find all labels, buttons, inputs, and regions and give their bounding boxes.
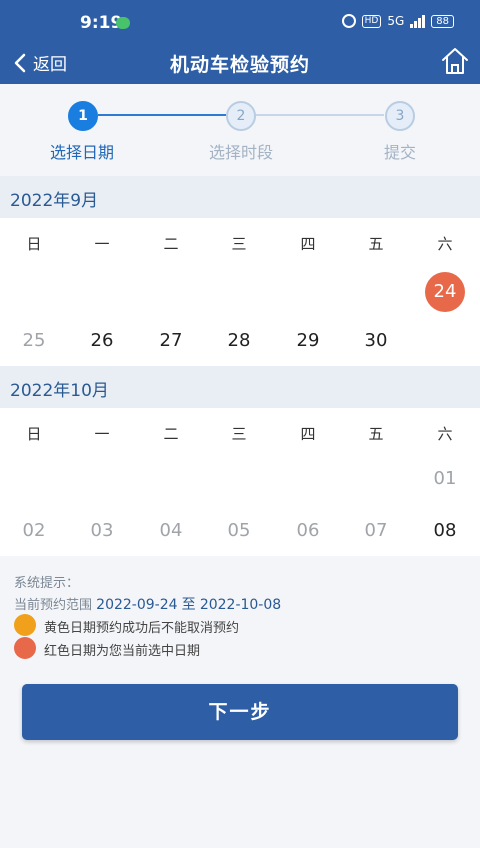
range-row: 当前预约范围 2022-09-24 至 2022-10-08 — [14, 594, 281, 614]
calendar-day: 03 — [90, 520, 114, 541]
wechat-notification-icon — [116, 17, 130, 29]
step-1-label: 选择日期 — [49, 143, 114, 162]
network-type: 5G — [387, 14, 405, 28]
red-legend-text: 红色日期为您当前选中日期 — [44, 644, 201, 659]
range-start: 2022-09-24 — [96, 597, 178, 613]
signal-icon — [410, 14, 426, 28]
step-3-label: 提交 — [383, 143, 416, 162]
calendar-day[interactable]: 27 — [137, 330, 205, 351]
weekday-label: 五 — [368, 235, 384, 253]
calendar-day: 05 — [227, 520, 251, 541]
step-3-circle: 3 — [385, 101, 415, 131]
red-legend-dot — [14, 637, 36, 659]
step-connector — [98, 114, 226, 116]
step-2-label: 选择时段 — [208, 143, 273, 162]
status-bar: 9:19 HD 5G 88 — [0, 0, 480, 40]
battery-icon: 88 — [431, 14, 454, 28]
weekday-label: 二 — [163, 425, 179, 443]
weekday-label: 五 — [368, 425, 384, 443]
range-sep: 至 — [181, 597, 196, 613]
range-end: 2022-10-08 — [199, 597, 282, 613]
weekday-label: 四 — [300, 425, 316, 443]
hd-icon: HD — [361, 14, 382, 28]
month-header-oct: 2022年10月 — [0, 366, 480, 408]
alarm-icon — [341, 14, 356, 28]
calendar-october: 日 一 二 三 四 五 六 01 02 03 04 05 06 07 08 — [0, 408, 480, 556]
weekday-label: 日 — [26, 235, 42, 253]
calendar-day[interactable]: 08 — [411, 520, 479, 541]
weekday-label: 四 — [300, 235, 316, 253]
weekday-label: 日 — [26, 425, 42, 443]
weekday-label: 二 — [163, 235, 179, 253]
status-icons: HD 5G 88 — [341, 14, 454, 28]
month-header-sep: 2022年9月 — [0, 176, 480, 218]
calendar-day: 25 — [22, 330, 46, 351]
nav-bar: 返回 机动车检验预约 — [0, 40, 480, 84]
weekday-label: 一 — [94, 235, 110, 253]
page-title: 机动车检验预约 — [169, 54, 310, 76]
home-icon[interactable] — [440, 46, 470, 76]
calendar-day: 01 — [433, 468, 457, 489]
step-connector — [256, 114, 384, 116]
next-step-button[interactable]: 下一步 — [22, 684, 458, 740]
calendar-day[interactable]: 28 — [205, 330, 273, 351]
step-1-circle: 1 — [68, 101, 98, 131]
calendar-day[interactable]: 30 — [342, 330, 410, 351]
weekday-label: 六 — [437, 425, 453, 443]
weekday-label: 三 — [231, 235, 247, 253]
calendar-september: 日 一 二 三 四 五 六 24 25 26 27 28 29 30 — [0, 218, 480, 366]
calendar-day: 07 — [364, 520, 388, 541]
yellow-legend-text: 黄色日期预约成功后不能取消预约 — [44, 621, 240, 636]
range-prefix: 当前预约范围 — [14, 598, 93, 613]
calendar-day: 06 — [296, 520, 320, 541]
yellow-legend-dot — [14, 614, 36, 636]
calendar-day[interactable]: 26 — [68, 330, 136, 351]
weekday-label: 三 — [231, 425, 247, 443]
step-indicator: 1 2 3 选择日期 选择时段 提交 — [0, 84, 480, 176]
calendar-day: 04 — [159, 520, 183, 541]
notes-heading: 系统提示： — [14, 576, 80, 591]
calendar-day[interactable]: 29 — [274, 330, 342, 351]
weekday-label: 一 — [94, 425, 110, 443]
calendar-day: 02 — [22, 520, 46, 541]
calendar-day-selected[interactable]: 24 — [425, 272, 465, 312]
step-2-circle: 2 — [226, 101, 256, 131]
weekday-label: 六 — [437, 235, 453, 253]
